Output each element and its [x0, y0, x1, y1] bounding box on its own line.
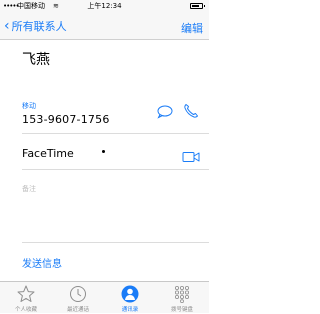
contact-name: 飞燕 [22, 52, 50, 68]
back-button-label: 所有联系人 [11, 20, 67, 33]
phone-type-label: 移动 [22, 102, 36, 110]
divider [22, 242, 209, 243]
tab-label: 个人收藏 [14, 307, 37, 313]
tab-recents[interactable]: 最近通话 [52, 282, 104, 314]
tab-favorites[interactable]: 个人收藏 [0, 282, 52, 314]
status-time: 上午12:34 [87, 2, 122, 10]
notes-field[interactable]: 备注 [22, 184, 36, 194]
facetime-label[interactable]: FaceTime [22, 147, 74, 160]
tab-bar: 个人收藏 最近通话 通讯录 拨号键盘 [0, 281, 209, 313]
dot-marker [102, 150, 105, 153]
phone-icon[interactable] [183, 103, 199, 123]
chevron-left-icon: ‹ [4, 18, 10, 34]
navigation-bar: ‹ 所有联系人 编辑 [0, 12, 209, 40]
status-bar: ••••• 中国移动 ≋ 上午12:34 [0, 0, 209, 12]
video-camera-icon[interactable] [182, 148, 200, 167]
divider [22, 169, 209, 170]
send-message-button[interactable]: 发送信息 [22, 255, 62, 270]
tab-label: 最近通话 [66, 307, 89, 313]
divider [22, 133, 209, 134]
star-icon [17, 285, 35, 303]
tab-label: 通讯录 [121, 307, 139, 313]
tab-contacts[interactable]: 通讯录 [104, 282, 156, 314]
back-button[interactable]: ‹ 所有联系人 [4, 18, 67, 34]
message-icon[interactable] [157, 104, 173, 123]
phone-number[interactable]: 153-9607-1756 [22, 113, 110, 126]
tab-keypad[interactable]: 拨号键盘 [156, 282, 208, 314]
edit-button[interactable]: 编辑 [181, 20, 203, 36]
battery-icon [190, 3, 205, 9]
tab-label: 拨号键盘 [170, 307, 193, 313]
person-icon [121, 285, 139, 303]
keypad-icon [173, 285, 191, 304]
clock-icon [69, 285, 87, 303]
